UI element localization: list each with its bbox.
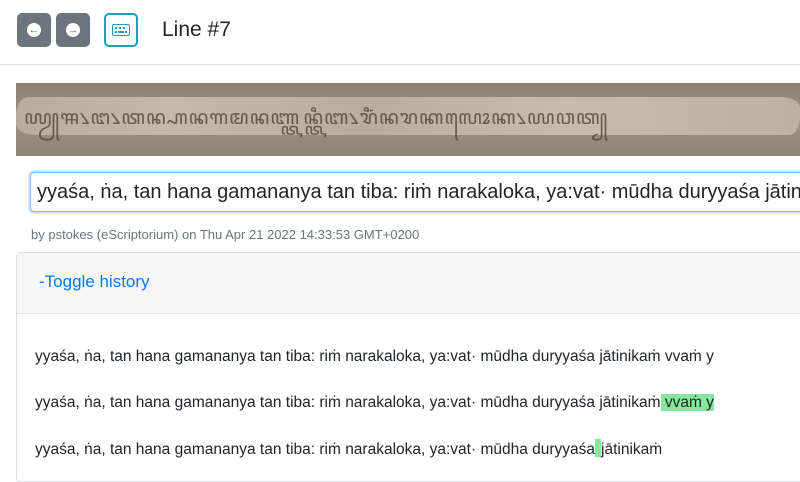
history-line-text: yyaśa, ṅa, tan hana gamananya tan tiba: …: [35, 348, 714, 365]
page-title: Line #7: [162, 18, 231, 41]
header-divider: [0, 64, 800, 65]
history-line: yyaśa, ṅa, tan hana gamananya tan tiba: …: [35, 348, 714, 366]
next-line-button[interactable]: →: [56, 13, 90, 47]
virtual-keyboard-button[interactable]: [104, 13, 138, 47]
keyboard-icon: [112, 24, 130, 36]
history-line-text: yyaśa, ṅa, tan hana gamananya tan tiba: …: [35, 441, 596, 458]
history-card-header: -Toggle history: [17, 253, 800, 314]
arrow-left-circle-icon: ←: [27, 23, 41, 37]
history-line: yyaśa, ṅa, tan hana gamananya tan tiba: …: [35, 439, 662, 459]
toggle-history-link[interactable]: -Toggle history: [39, 272, 150, 292]
history-line: yyaśa, ṅa, tan hana gamananya tan tiba: …: [35, 394, 714, 412]
manuscript-line-image: ꦪꦾꦯ꧈ꦔ꧈ꦠꦤ꧀ꦲꦤꦒꦩꦤꦚ꧀ꦠꦤ꧀ꦠꦶꦧ꧈ꦫꦶꦁꦤꦫꦏꦭꦺꦴꦏ꧈ꦪꦮꦠ꧀: [16, 83, 800, 156]
arrow-right-circle-icon: →: [66, 23, 80, 37]
top-toolbar: ← → Line #7: [0, 0, 800, 62]
diff-insertion: vvaṁ y: [660, 394, 714, 411]
transcription-input[interactable]: yyaśa, ṅa, tan hana gamananya tan tiba: …: [30, 172, 800, 212]
history-line-text: yyaśa, ṅa, tan hana gamananya tan tiba: …: [35, 394, 661, 411]
history-line-text-tail: jātinikaṁ: [601, 441, 663, 458]
transcription-meta: by pstokes (eScriptorium) on Thu Apr 21 …: [31, 227, 420, 242]
previous-line-button[interactable]: ←: [17, 13, 51, 47]
manuscript-script: ꦪꦾꦯ꧈ꦔ꧈ꦠꦤ꧀ꦲꦤꦒꦩꦤꦚ꧀ꦠꦤ꧀ꦠꦶꦧ꧈ꦫꦶꦁꦤꦫꦏꦭꦺꦴꦏ꧈ꦪꦮꦠ꧀: [24, 105, 609, 129]
